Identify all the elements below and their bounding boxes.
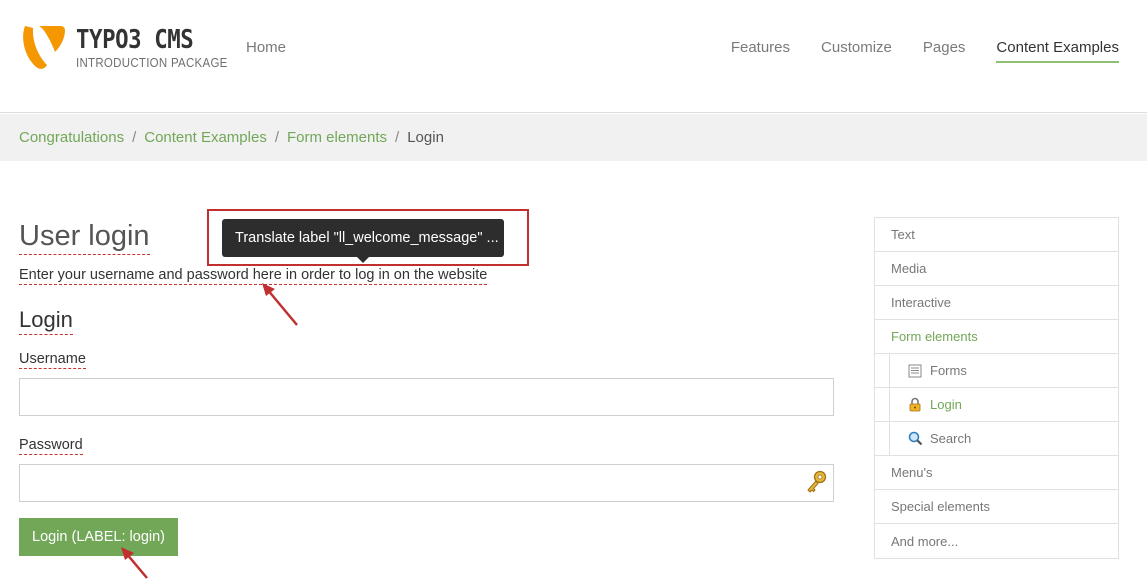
sidebar-item-special-elements[interactable]: Special elements (875, 490, 1118, 524)
sidebar-subitem-forms[interactable]: Forms (875, 354, 1118, 388)
form-title[interactable]: Login (19, 306, 73, 335)
nav-customize[interactable]: Customize (821, 39, 892, 63)
sidebar-subitem-label: Forms (930, 363, 967, 378)
sidebar-subitem-login[interactable]: Login (875, 388, 1118, 422)
sidebar-item-interactive[interactable]: Interactive (875, 286, 1118, 320)
logo-title: TYPO3 CMS (76, 25, 194, 55)
breadcrumb-separator: / (132, 129, 137, 146)
sidebar-subitem-search[interactable]: Search (875, 422, 1118, 456)
nav-features[interactable]: Features (731, 39, 790, 63)
subnav-sidebar: Text Media Interactive Form elements For… (874, 217, 1119, 559)
magnifier-icon (907, 431, 923, 447)
breadcrumb-current: Login (407, 129, 444, 146)
breadcrumb-form-elements[interactable]: Form elements (287, 129, 387, 146)
breadcrumb-congratulations[interactable]: Congratulations (19, 129, 124, 146)
nav-home[interactable]: Home (246, 39, 286, 56)
lock-icon (907, 397, 923, 413)
breadcrumb-content-examples[interactable]: Content Examples (144, 129, 267, 146)
login-submit-button[interactable]: Login (LABEL: login) (19, 518, 178, 556)
password-label[interactable]: Password (19, 436, 83, 455)
sidebar-item-media[interactable]: Media (875, 252, 1118, 286)
main-nav: Features Customize Pages Content Example… (700, 39, 1119, 63)
logo-subtitle: INTRODUCTION PACKAGE (76, 56, 228, 70)
username-label[interactable]: Username (19, 350, 86, 369)
tooltip-arrow (357, 257, 369, 263)
welcome-message[interactable]: Enter your username and password here in… (19, 266, 488, 285)
breadcrumb: Congratulations / Content Examples / For… (0, 114, 1147, 161)
typo3-logo[interactable]: TYPO3 CMS INTRODUCTION PACKAGE (19, 24, 227, 74)
sidebar-item-menus[interactable]: Menu's (875, 456, 1118, 490)
key-icon[interactable] (805, 470, 827, 496)
nav-pages[interactable]: Pages (923, 39, 966, 63)
page-title[interactable]: User login (19, 218, 150, 255)
annotation-arrow-tooltip (262, 283, 298, 326)
breadcrumb-separator: / (274, 129, 279, 146)
sidebar-subitem-label: Login (930, 397, 962, 412)
document-icon (907, 363, 923, 379)
site-header: TYPO3 CMS INTRODUCTION PACKAGE Home Feat… (0, 0, 1147, 113)
sidebar-item-and-more[interactable]: And more... (875, 524, 1118, 558)
username-input[interactable] (19, 378, 834, 416)
breadcrumb-separator: / (395, 129, 400, 146)
nav-content-examples[interactable]: Content Examples (996, 39, 1119, 63)
sidebar-item-text[interactable]: Text (875, 218, 1118, 252)
translate-tooltip: Translate label "ll_welcome_message" ... (222, 219, 504, 257)
password-input[interactable] (19, 464, 834, 502)
typo3-logo-icon (23, 26, 65, 69)
sidebar-item-form-elements[interactable]: Form elements (875, 320, 1118, 354)
sidebar-subitem-label: Search (930, 431, 972, 446)
